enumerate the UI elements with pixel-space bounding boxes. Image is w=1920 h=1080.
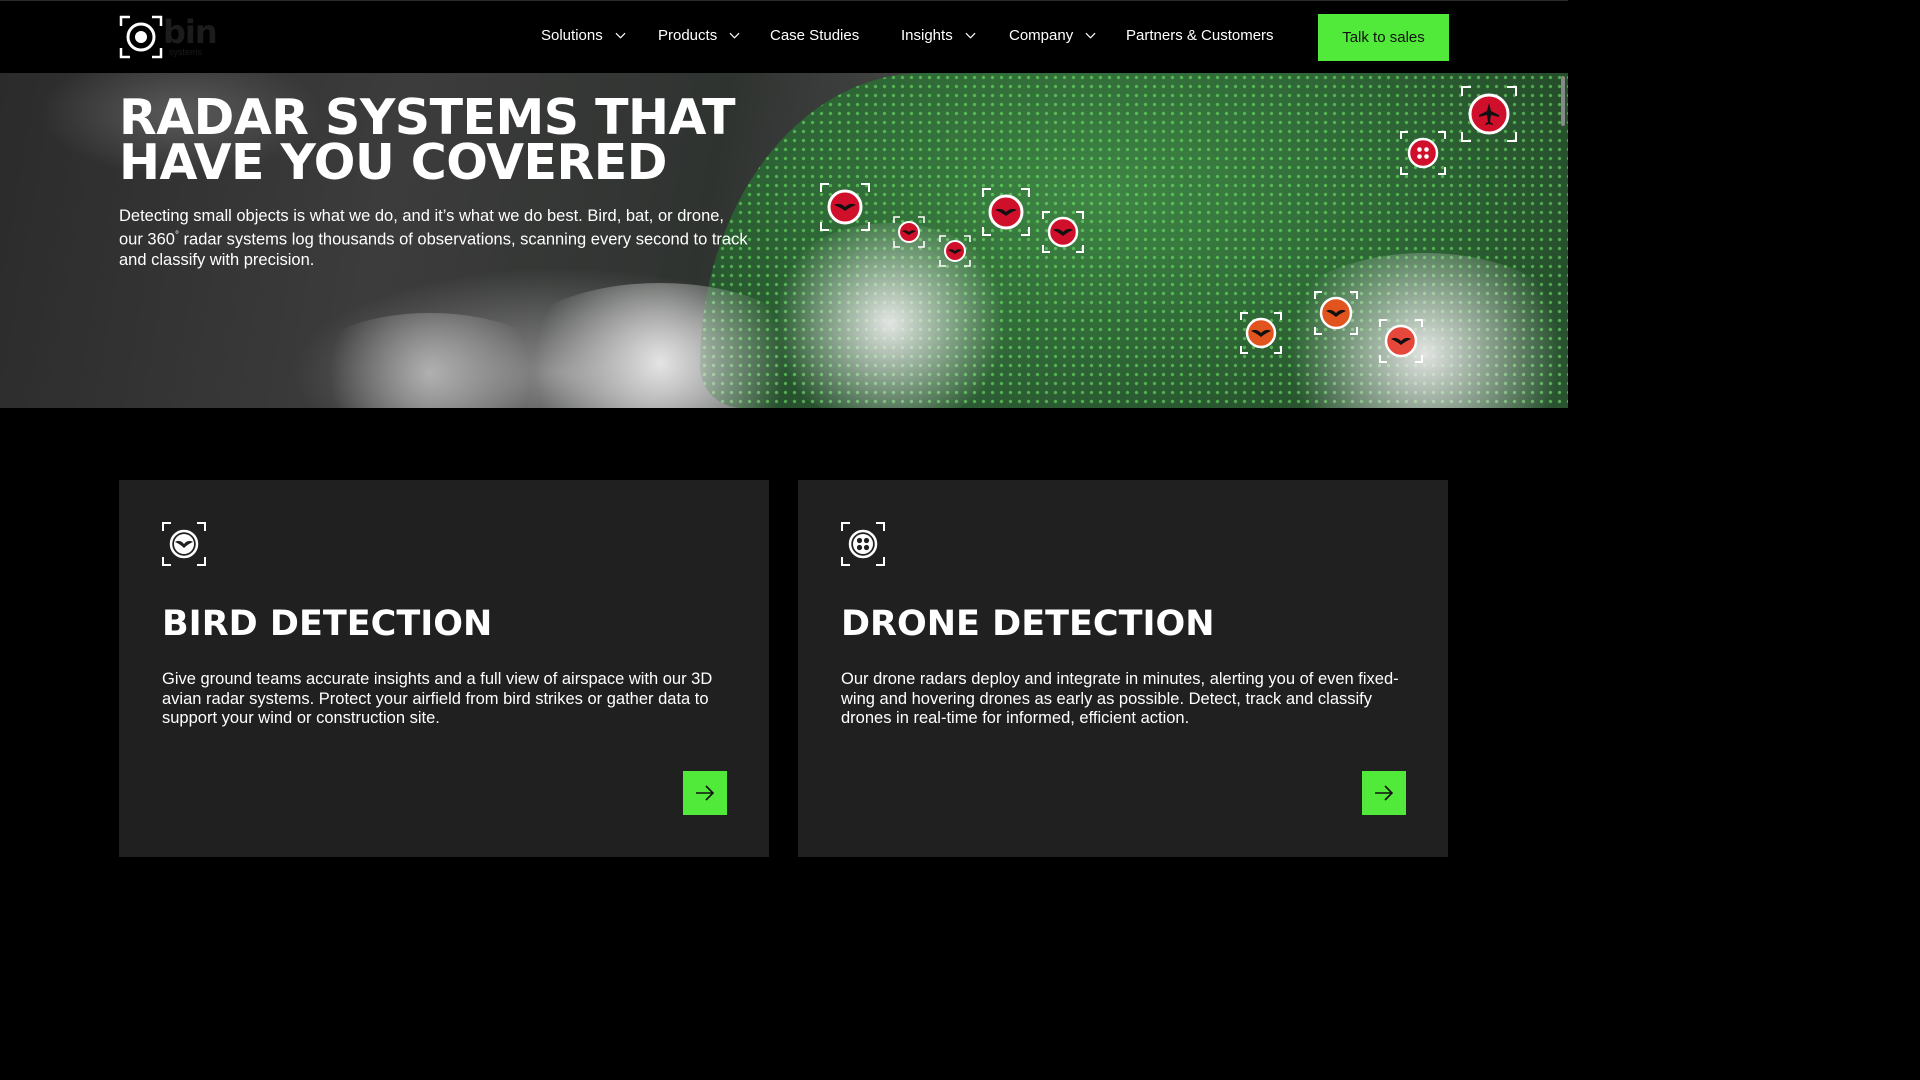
bird-detection-text: Give ground teams accurate insights and … <box>162 670 713 727</box>
chevron-down-icon <box>615 32 626 39</box>
nav-partners-customers[interactable]: Partners & Customers <box>1126 27 1274 44</box>
hero-description-part-2: radar systems log thousands of observati… <box>119 230 748 269</box>
arrow-right-icon <box>696 785 715 801</box>
page-scrollbar[interactable] <box>1561 76 1565 126</box>
nav-products-label: Products <box>658 27 718 44</box>
bird-detection-card: BIRD DETECTION Give ground teams accurat… <box>119 480 769 857</box>
bird-target-marker <box>1240 312 1282 354</box>
chevron-down-icon <box>1085 32 1096 39</box>
drone-detection-card: DRONE DETECTION Our drone radars deploy … <box>798 480 1448 857</box>
nav-products[interactable]: Products <box>658 27 740 44</box>
nav-solutions-label: Solutions <box>541 27 603 44</box>
chevron-down-icon <box>729 32 740 39</box>
nav-partners-label: Partners & Customers <box>1126 27 1274 44</box>
drone-detection-title: DRONE DETECTION <box>841 604 1215 644</box>
nav-company[interactable]: Company <box>1009 27 1096 44</box>
bird-target-marker <box>820 183 870 231</box>
nav-insights[interactable]: Insights <box>901 27 976 44</box>
logo-wordmark: bin <box>163 13 218 51</box>
bird-detection-title: BIRD DETECTION <box>162 604 493 644</box>
bird-target-marker <box>939 235 971 267</box>
nav-case-studies[interactable]: Case Studies <box>770 27 859 44</box>
logo-subtitle: systems <box>169 47 203 57</box>
drone-detection-arrow-button[interactable] <box>1362 771 1406 815</box>
hero-title-line-2: HAVE YOU COVERED <box>119 134 667 191</box>
logo-radar-icon <box>119 15 163 59</box>
drone-detection-text: Our drone radars deploy and integrate in… <box>841 670 1399 727</box>
bird-target-marker <box>1379 319 1423 363</box>
nav-case-studies-label: Case Studies <box>770 27 860 44</box>
nav-company-label: Company <box>1009 27 1074 44</box>
drone-target-marker <box>1400 131 1446 175</box>
chevron-down-icon <box>965 32 976 39</box>
bird-target-marker <box>893 216 925 248</box>
aircraft-target-marker <box>1461 86 1517 142</box>
hero-title: RADAR SYSTEMS THAT HAVE YOU COVERED <box>119 93 759 191</box>
bird-detection-icon <box>162 522 206 566</box>
logo[interactable]: bin systems <box>119 13 219 61</box>
talk-to-sales-button[interactable]: Talk to sales <box>1318 14 1449 61</box>
bird-target-marker <box>982 188 1030 236</box>
arrow-right-icon <box>1375 785 1394 801</box>
bird-detection-arrow-button[interactable] <box>683 771 727 815</box>
bird-target-marker <box>1042 211 1084 253</box>
nav-insights-label: Insights <box>901 27 953 44</box>
top-navigation: bin systems Solutions Products Case Stud… <box>0 0 1568 73</box>
nav-solutions[interactable]: Solutions <box>541 27 626 44</box>
drone-detection-icon <box>841 522 885 566</box>
bird-target-marker <box>1314 291 1358 335</box>
hero-description: Detecting small objects is what we do, a… <box>119 206 749 270</box>
